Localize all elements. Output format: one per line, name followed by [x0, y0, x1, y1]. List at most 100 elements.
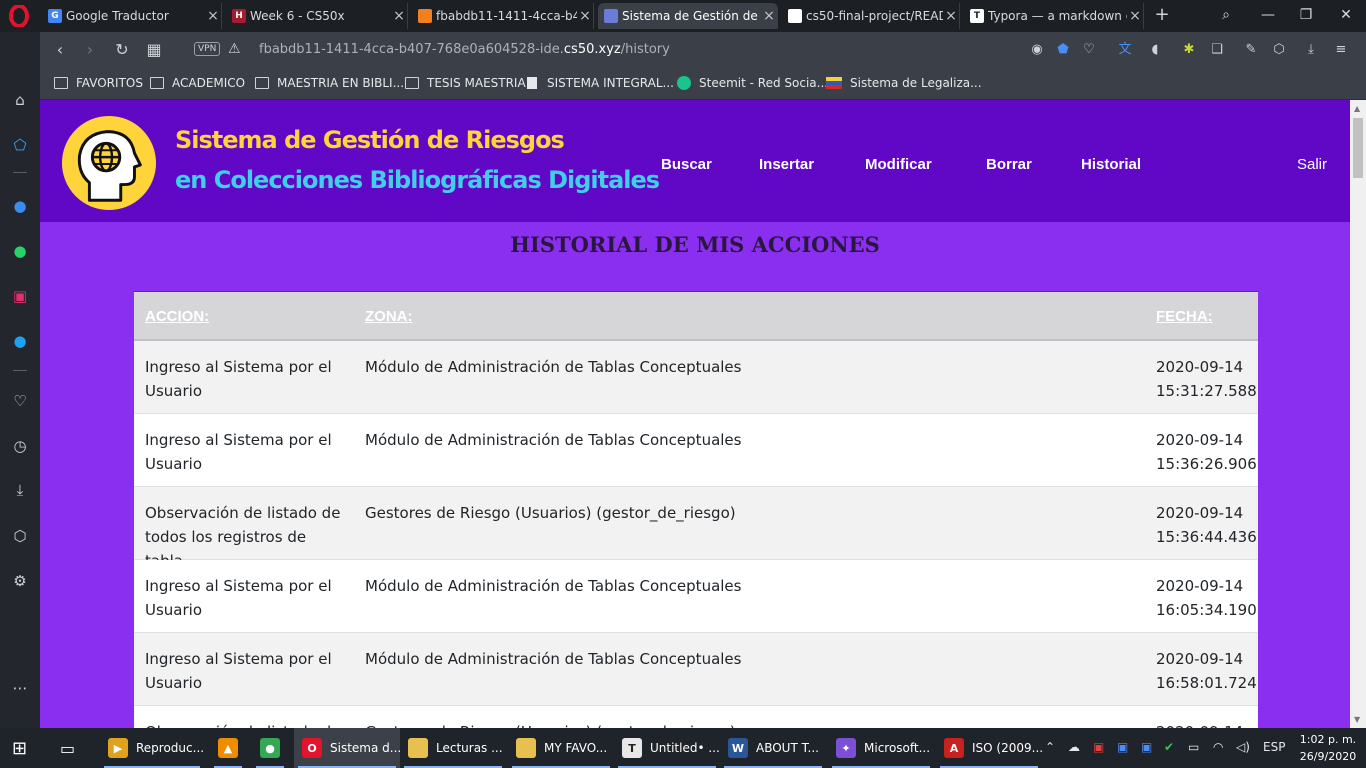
new-tab-button[interactable]: +	[1152, 5, 1172, 25]
extension-badge-icon[interactable]: ✱	[1180, 41, 1198, 59]
browser-tab[interactable]: G Google Traductor ×	[42, 3, 222, 29]
download-icon[interactable]: ⤓	[1302, 41, 1320, 59]
page-scrollbar[interactable]: ▲ ▼	[1350, 100, 1366, 728]
scroll-up-icon[interactable]: ▲	[1354, 104, 1360, 113]
system-clock[interactable]: 1:02 p. m. 26/9/2020	[1296, 731, 1360, 765]
taskbar-vlc[interactable]: ▲	[210, 728, 246, 768]
language-indicator[interactable]: ESP	[1263, 740, 1285, 754]
twitter-icon[interactable]: ●	[8, 329, 32, 353]
column-header-fecha[interactable]: FECHA:	[1156, 308, 1213, 325]
shield-icon[interactable]: ⬟	[1054, 41, 1072, 59]
close-tab-icon[interactable]: ×	[943, 8, 959, 24]
more-icon[interactable]: ⋯	[8, 676, 32, 700]
url-field[interactable]: fbabdb11-1411-4cca-b407-768e0a604528-ide…	[259, 42, 670, 57]
volume-icon[interactable]: ◁)	[1236, 740, 1250, 754]
downloads-icon[interactable]: ⤓	[8, 478, 32, 502]
nav-insertar[interactable]: Insertar	[759, 156, 814, 173]
column-header-zona[interactable]: ZONA:	[365, 308, 413, 325]
warning-icon[interactable]: ⚠	[228, 41, 241, 57]
settings-icon[interactable]: ⚙	[8, 569, 32, 593]
taskbar-paint[interactable]: ✦ Microsoft...	[828, 728, 934, 768]
logout-link[interactable]: Salir	[1297, 156, 1327, 173]
taskbar-media-player[interactable]: ▶ Reproduc...	[100, 728, 204, 768]
nav-historial[interactable]: Historial	[1081, 156, 1141, 173]
translate-extension-icon[interactable]: 文	[1116, 41, 1134, 59]
browser-tab[interactable]: cs50-final-project/READ ×	[782, 3, 960, 29]
close-tab-icon[interactable]: ×	[391, 8, 407, 24]
tray-check-icon[interactable]: ✔	[1164, 740, 1174, 754]
close-tab-icon[interactable]: ×	[577, 8, 593, 24]
extensions-icon[interactable]: ⬡	[8, 524, 32, 548]
browser-tab[interactable]: Sistema de Gestión de R ×	[598, 3, 778, 29]
package-extension-icon[interactable]: ⬡	[1270, 41, 1288, 59]
close-tab-icon[interactable]: ×	[1127, 8, 1143, 24]
menu-icon[interactable]: ≡	[1332, 41, 1350, 59]
tray-badge-icon[interactable]: ▣	[1117, 740, 1128, 754]
folder-icon	[408, 738, 428, 758]
home-icon[interactable]: ⌂	[8, 88, 32, 112]
close-window-icon[interactable]: ✕	[1334, 4, 1358, 26]
opera-logo-icon[interactable]	[8, 5, 30, 27]
taskbar-folder[interactable]: Lecturas ...	[400, 728, 506, 768]
tabs-grid-icon[interactable]: ▦	[144, 40, 164, 60]
back-icon[interactable]: ‹	[50, 40, 70, 60]
taskbar-opera[interactable]: O Sistema d...	[294, 728, 401, 768]
windows-start-icon[interactable]: ⊞	[12, 728, 36, 768]
sidebar-divider	[13, 172, 27, 173]
messenger-icon[interactable]: ●	[8, 194, 32, 218]
restore-icon[interactable]: ❐	[1294, 4, 1318, 26]
browser-tab[interactable]: T Typora — a markdown e ×	[964, 3, 1144, 29]
show-hidden-icons-icon[interactable]: ⌃	[1045, 740, 1055, 754]
tray-badge-icon[interactable]: ▣	[1141, 740, 1152, 754]
task-view-icon[interactable]: ▭	[60, 728, 84, 768]
close-tab-icon[interactable]: ×	[205, 8, 221, 24]
bookmark-sistema-de-legaliza[interactable]: Sistema de Legaliza...	[826, 76, 982, 90]
heart-icon[interactable]: ♡	[1080, 41, 1098, 59]
mouse-extension-icon[interactable]: ◖	[1146, 41, 1164, 59]
history-icon[interactable]: ◷	[8, 434, 32, 458]
risk-head-globe-logo-icon[interactable]	[60, 114, 158, 212]
nav-buscar[interactable]: Buscar	[661, 156, 712, 173]
tray-app-icon[interactable]: ▣	[1093, 740, 1104, 754]
fecha-date: 2020-09-14	[1156, 650, 1244, 668]
vpn-badge[interactable]: VPN	[194, 42, 221, 56]
browser-tab[interactable]: H Week 6 - CS50x ×	[226, 3, 408, 29]
search-tabs-icon[interactable]: ⌕	[1214, 4, 1238, 26]
wifi-icon[interactable]: ◠	[1213, 740, 1223, 754]
brand-title-line2[interactable]: en Colecciones Bibliográficas Digitales	[175, 166, 660, 194]
page-title: HISTORIAL DE MIS ACCIONES	[510, 232, 880, 257]
reload-icon[interactable]: ↻	[112, 40, 132, 60]
flag-icon	[826, 77, 842, 89]
bookmark-maestria-en-bibli[interactable]: MAESTRIA EN BIBLI...	[255, 76, 404, 90]
instagram-icon[interactable]: ▣	[8, 284, 32, 308]
forward-icon[interactable]: ›	[80, 40, 100, 60]
battery-icon[interactable]: ▭	[1188, 740, 1199, 754]
favorites-icon[interactable]: ♡	[8, 389, 32, 413]
taskbar-chrome[interactable]: ●	[252, 728, 288, 768]
onedrive-icon[interactable]: ☁	[1068, 740, 1080, 754]
pen-extension-icon[interactable]: ✎	[1242, 41, 1260, 59]
column-header-accion[interactable]: ACCION:	[145, 308, 209, 325]
close-tab-icon[interactable]: ×	[761, 8, 777, 24]
bookmark-sistema-integral[interactable]: SISTEMA INTEGRAL...	[527, 76, 674, 90]
stack-extension-icon[interactable]: ❏	[1208, 41, 1226, 59]
whatsapp-icon[interactable]: ●	[8, 239, 32, 263]
bookmark-academico[interactable]: ACADEMICO	[150, 76, 245, 90]
scroll-down-icon[interactable]: ▼	[1354, 715, 1360, 724]
taskbar-folder[interactable]: MY FAVO...	[508, 728, 614, 768]
nav-modificar[interactable]: Modificar	[865, 156, 932, 173]
camera-icon[interactable]: ◉	[1028, 41, 1046, 59]
speed-dial-icon[interactable]: ⬠	[8, 133, 32, 157]
scrollbar-thumb[interactable]	[1353, 118, 1363, 178]
brand-title-line1[interactable]: Sistema de Gestión de Riesgos	[175, 126, 565, 154]
url-prefix: fbabdb11-1411-4cca-b407-768e0a604528-ide…	[259, 42, 564, 57]
minimize-icon[interactable]: —	[1256, 4, 1280, 26]
bookmark-steemit-red-socia[interactable]: Steemit - Red Socia...	[677, 76, 828, 90]
bookmark-tesis-maestria[interactable]: TESIS MAESTRIA	[405, 76, 526, 90]
bookmark-favoritos[interactable]: FAVORITOS	[54, 76, 143, 90]
taskbar-pdf[interactable]: A ISO (2009...	[936, 728, 1043, 768]
nav-borrar[interactable]: Borrar	[986, 156, 1032, 173]
browser-tab[interactable]: fbabdb11-1411-4cca-b4 ×	[412, 3, 594, 29]
taskbar-word[interactable]: W ABOUT T...	[720, 728, 826, 768]
taskbar-typora[interactable]: T Untitled• ...	[614, 728, 720, 768]
